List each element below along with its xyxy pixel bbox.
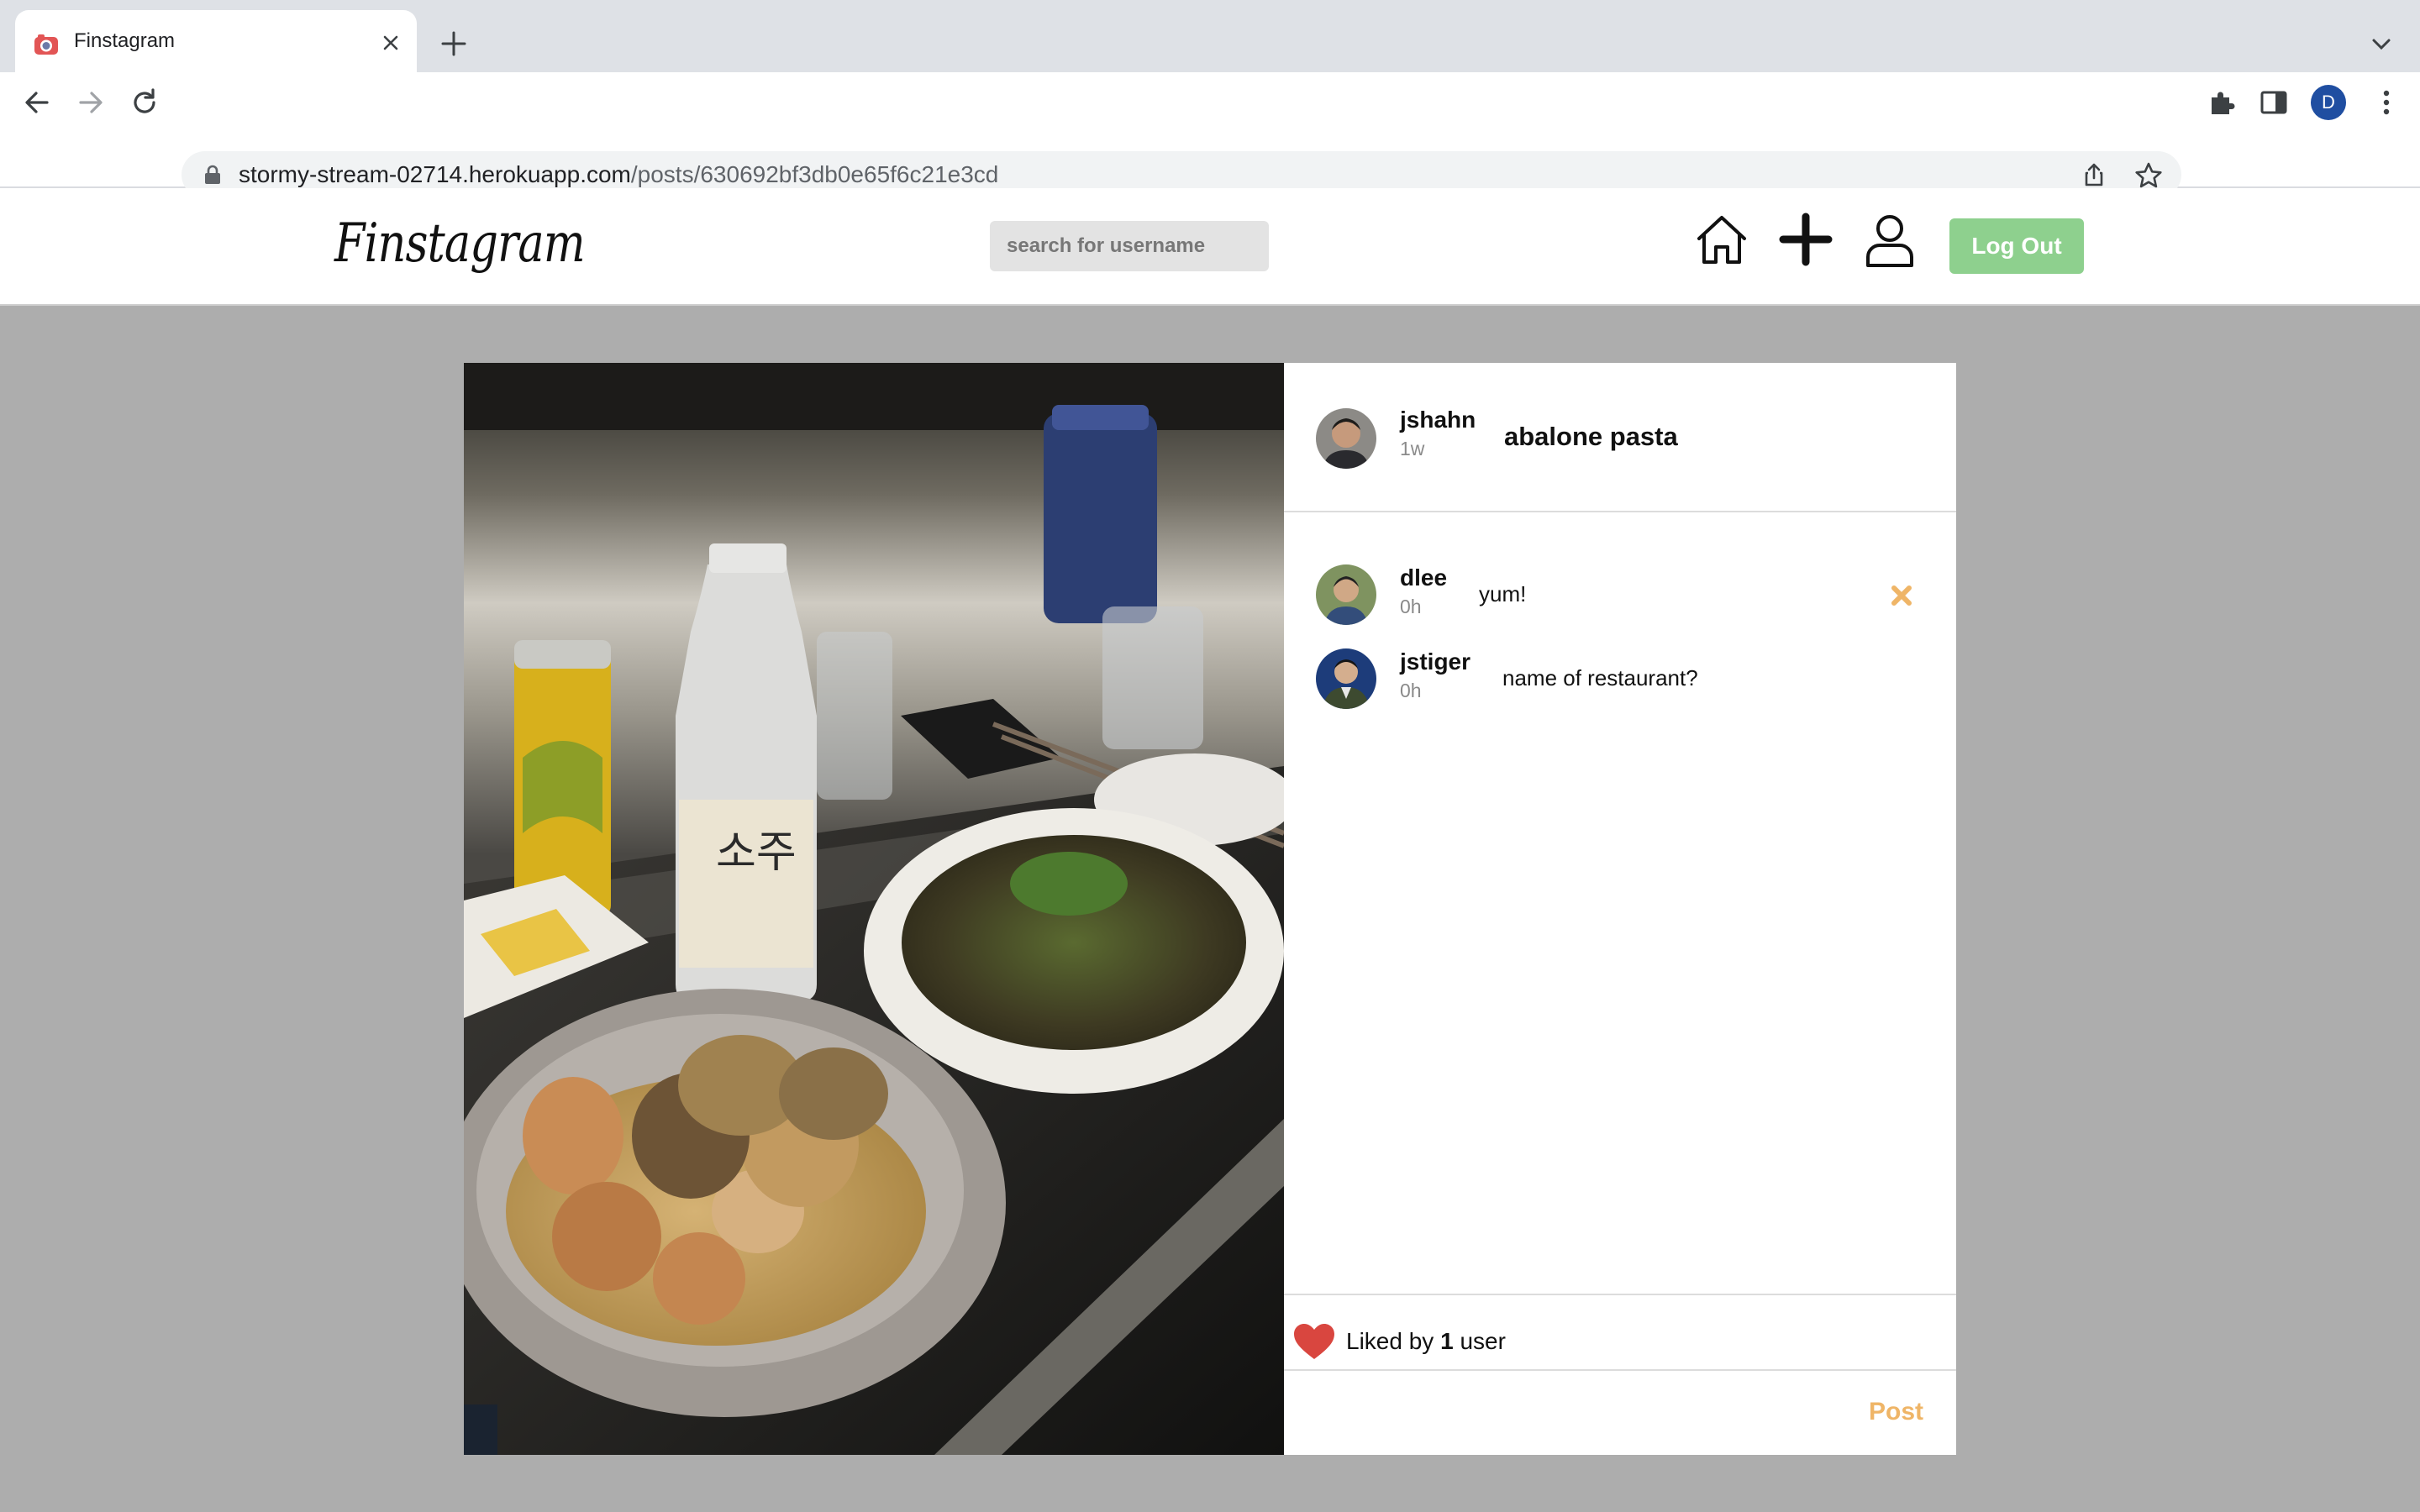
reload-icon[interactable] bbox=[128, 86, 161, 119]
header-divider bbox=[1284, 511, 1956, 512]
comment-timestamp: 0h bbox=[1400, 680, 1422, 701]
browser-tab[interactable]: Finstagram bbox=[15, 10, 417, 72]
url-text[interactable]: stormy-stream-02714.herokuapp.com/posts/… bbox=[239, 161, 998, 188]
browser-profile-avatar[interactable]: D bbox=[2311, 85, 2346, 120]
extensions-puzzle-icon[interactable] bbox=[2205, 86, 2238, 119]
comment-text: name of restaurant? bbox=[1502, 665, 1698, 690]
logout-button[interactable]: Log Out bbox=[1949, 218, 2084, 274]
bookmark-star-icon[interactable] bbox=[2134, 161, 2163, 190]
tab-title: Finstagram bbox=[74, 29, 176, 52]
post-timestamp: 1w bbox=[1400, 438, 1425, 459]
likes-suffix: user bbox=[1460, 1328, 1506, 1354]
browser-toolbar: stormy-stream-02714.herokuapp.com/posts/… bbox=[0, 72, 2420, 198]
author-avatar[interactable] bbox=[1316, 408, 1376, 469]
comment-text: yum! bbox=[1479, 581, 1527, 606]
comment-timestamp: 0h bbox=[1400, 596, 1422, 617]
close-tab-icon[interactable] bbox=[378, 30, 403, 55]
post-details-panel: jshahn 1w abalone pasta dlee 0h yum! jst… bbox=[1284, 363, 1956, 1455]
search-input[interactable] bbox=[990, 221, 1269, 271]
commenter-avatar-image bbox=[1316, 564, 1376, 625]
heart-like-icon[interactable] bbox=[1292, 1322, 1336, 1361]
share-icon[interactable] bbox=[2081, 161, 2107, 188]
likes-prefix: Liked by bbox=[1346, 1328, 1434, 1354]
url-path: /posts/630692bf3db0e65f6c21e3cd bbox=[630, 161, 999, 187]
comment-username[interactable]: jstiger bbox=[1400, 648, 1470, 675]
post-comment-button[interactable]: Post bbox=[1869, 1398, 1923, 1426]
home-icon[interactable] bbox=[1694, 212, 1749, 267]
add-post-icon[interactable] bbox=[1778, 212, 1833, 267]
side-panel-icon[interactable] bbox=[2257, 86, 2291, 119]
commenter-avatar[interactable] bbox=[1316, 564, 1376, 625]
back-icon[interactable] bbox=[20, 86, 54, 119]
new-tab-icon[interactable] bbox=[439, 29, 469, 59]
author-username[interactable]: jshahn bbox=[1400, 407, 1476, 433]
url-host: stormy-stream-02714.herokuapp.com bbox=[239, 161, 631, 187]
food-photo-image: 소주 bbox=[464, 363, 1284, 1455]
comments-divider bbox=[1284, 1294, 1956, 1295]
comment-input[interactable] bbox=[1284, 1371, 1855, 1453]
commenter-avatar[interactable] bbox=[1316, 648, 1376, 709]
author-avatar-image bbox=[1316, 408, 1376, 469]
svg-text:소주: 소주 bbox=[716, 827, 797, 878]
chevron-down-icon[interactable] bbox=[2368, 30, 2395, 57]
comment-username[interactable]: dlee bbox=[1400, 564, 1447, 591]
user-profile-icon[interactable] bbox=[1864, 212, 1916, 269]
forward-icon[interactable] bbox=[74, 86, 108, 119]
commenter-avatar-image bbox=[1316, 648, 1376, 709]
app-logo[interactable]: Finstagram bbox=[334, 210, 586, 277]
more-menu-icon[interactable] bbox=[2370, 86, 2403, 119]
lock-icon[interactable] bbox=[202, 164, 224, 186]
delete-comment-icon[interactable] bbox=[1889, 583, 1914, 608]
likes-summary: Liked by 1 user bbox=[1346, 1327, 1506, 1356]
post-photo[interactable]: 소주 bbox=[464, 363, 1284, 1455]
camera-favicon-icon bbox=[34, 34, 58, 55]
likes-count: 1 bbox=[1440, 1328, 1454, 1354]
post-caption: abalone pasta bbox=[1504, 422, 1678, 451]
